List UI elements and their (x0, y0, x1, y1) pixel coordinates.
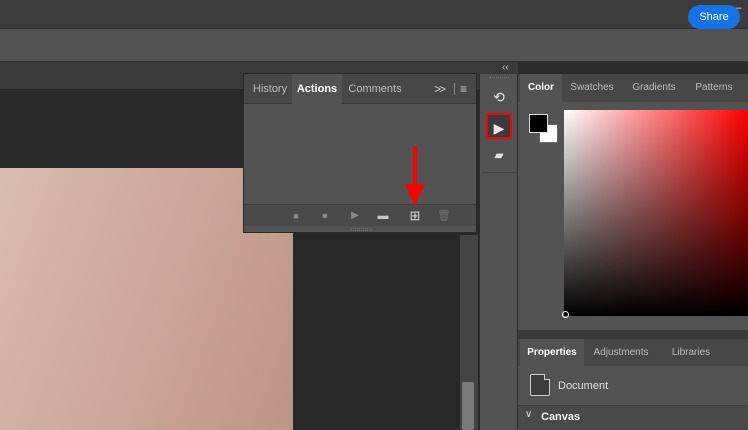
record-icon[interactable]: ● (317, 208, 333, 224)
more-tabs-icon[interactable]: >> (434, 82, 446, 96)
comments-icon[interactable]: ▰ (486, 142, 512, 168)
folder-icon[interactable]: ▬ (375, 208, 391, 224)
play-icon[interactable]: ▶ (347, 208, 363, 224)
chevron-down-icon[interactable]: ∨ (525, 409, 532, 420)
tab-separator (454, 83, 455, 95)
canvas-section-label: Canvas (541, 411, 581, 423)
color-picker-field[interactable] (564, 110, 748, 316)
tab-color[interactable]: Color (520, 74, 562, 102)
tab-adjustments[interactable]: Adjustments (584, 339, 658, 367)
panel-resize-grip[interactable] (350, 228, 372, 231)
annotation-arrow-head (405, 184, 425, 206)
new-action-icon[interactable]: ⊞ (407, 208, 423, 224)
menu-bar (0, 0, 748, 28)
dock-divider (482, 172, 516, 173)
tab-properties[interactable]: Properties (520, 339, 584, 367)
panel-menu-icon[interactable]: ≡ (460, 82, 467, 96)
dock-grip[interactable] (489, 77, 509, 80)
actions-icon[interactable]: ▶ (486, 113, 512, 139)
tab-actions[interactable]: Actions (292, 74, 342, 104)
color-picker-cursor[interactable] (562, 311, 569, 318)
stop-icon[interactable]: ■ (288, 208, 304, 224)
tab-gradients[interactable]: Gradients (622, 74, 686, 102)
tab-patterns[interactable]: Patterns (686, 74, 742, 102)
options-bar (0, 28, 748, 62)
history-icon[interactable]: ⟲ (486, 84, 512, 110)
actions-list[interactable] (244, 105, 476, 204)
actions-footer: ■ ● ▶ ▬ ⊞ 🗑 (244, 204, 476, 226)
document-icon-fold (544, 374, 550, 380)
tab-comments[interactable]: Comments (342, 74, 408, 104)
properties-panel-tabs: Properties Adjustments Libraries (518, 338, 748, 367)
actions-panel: History Actions Comments >> ≡ ■ ● ▶ ▬ ⊞ … (243, 73, 477, 233)
share-button[interactable]: Share (688, 5, 740, 29)
dock-header (479, 62, 518, 74)
tab-libraries[interactable]: Libraries (658, 339, 724, 367)
annotation-arrow-shaft (413, 146, 417, 186)
tab-history[interactable]: History (248, 74, 292, 104)
trash-icon[interactable]: 🗑 (436, 208, 452, 224)
actions-panel-tabs: History Actions Comments >> ≡ (244, 74, 476, 104)
color-panel-tabs: Color Swatches Gradients Patterns (518, 74, 748, 102)
document-label: Document (558, 380, 609, 392)
vertical-scrollbar-thumb[interactable] (462, 382, 474, 430)
panel-separator (518, 330, 748, 338)
foreground-color-swatch[interactable] (529, 114, 548, 133)
tab-swatches[interactable]: Swatches (562, 74, 622, 102)
collapse-dock-icon[interactable]: ‹‹ (502, 62, 509, 73)
